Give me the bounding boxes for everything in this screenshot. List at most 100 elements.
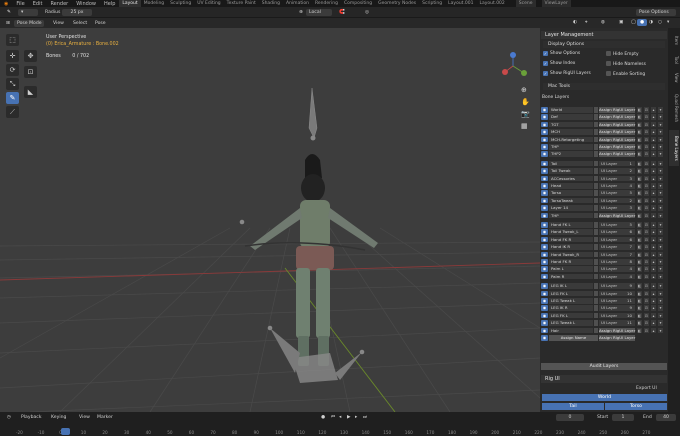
- layer-lock-icon[interactable]: ⊡: [644, 129, 649, 135]
- layer-lock-icon[interactable]: ⊡: [644, 283, 649, 289]
- layer-visibility-eye-icon[interactable]: ◉: [541, 244, 548, 250]
- layer-move-down-icon[interactable]: ▾: [658, 320, 663, 326]
- rotate-icon[interactable]: ⟳: [6, 64, 19, 76]
- layer-move-down-icon[interactable]: ▾: [658, 212, 663, 219]
- layer-move-down-icon[interactable]: ▾: [658, 107, 663, 113]
- workspace-tab-geometry-nodes[interactable]: Geometry Nodes: [375, 0, 419, 7]
- layer-visibility-eye-icon[interactable]: ◉: [541, 222, 548, 228]
- assign-rigui-layer-button[interactable]: Assign RigUI Layer: [599, 114, 635, 120]
- layer-name-field[interactable]: LEG Tweak L: [549, 298, 593, 304]
- layer-name-field[interactable]: LEG FK L: [549, 290, 593, 297]
- layer-toggle[interactable]: [594, 121, 598, 128]
- layer-move-down-icon[interactable]: ▾: [658, 290, 663, 297]
- layer-visibility-eye-icon[interactable]: ◉: [541, 151, 548, 157]
- orientation-dropdown[interactable]: Local: [306, 9, 332, 16]
- assign-rigui-layer-button[interactable]: Assign RigUI Layer: [599, 335, 635, 341]
- layer-visibility-eye-icon[interactable]: ◉: [541, 236, 548, 243]
- hide-nameless-checkbox[interactable]: Hide Nameless: [606, 61, 646, 67]
- layer-visibility-eye-icon[interactable]: ◉: [541, 190, 548, 196]
- ui-layer-field[interactable]: UI Layer 3: [599, 175, 635, 182]
- pan-icon[interactable]: ✋: [521, 98, 533, 110]
- ui-layer-field[interactable]: UI Layer 5: [599, 190, 635, 196]
- layer-move-up-icon[interactable]: ▴: [651, 327, 656, 334]
- layer-lock-icon[interactable]: ⊡: [644, 144, 649, 150]
- layer-lock-icon[interactable]: ⊡: [644, 107, 649, 113]
- layer-move-down-icon[interactable]: ▾: [658, 312, 663, 319]
- ui-layer-field[interactable]: UI Layer 4: [599, 273, 635, 280]
- layer-move-up-icon[interactable]: ▴: [651, 266, 656, 272]
- ui-layer-field[interactable]: UI Layer 6: [599, 236, 635, 243]
- layer-option-icon[interactable]: ◧: [637, 283, 642, 289]
- menu-playback[interactable]: Playback: [18, 414, 45, 421]
- rig-world-button[interactable]: World: [542, 394, 667, 401]
- layer-move-up-icon[interactable]: ▴: [651, 305, 656, 311]
- layer-lock-icon[interactable]: ⊡: [644, 151, 649, 157]
- ui-layer-field[interactable]: UI Layer 7: [599, 244, 635, 250]
- layer-visibility-eye-icon[interactable]: ◉: [541, 160, 548, 167]
- record-icon[interactable]: ●: [318, 414, 328, 421]
- layer-toggle[interactable]: [594, 190, 598, 196]
- layer-move-down-icon[interactable]: ▾: [658, 197, 663, 204]
- 3d-viewport[interactable]: User Perspective (0) Erica_Armature : Bo…: [0, 28, 540, 412]
- move-icon[interactable]: ✥: [24, 50, 37, 62]
- bone-shape[interactable]: [335, 352, 362, 380]
- layer-toggle[interactable]: [594, 290, 598, 297]
- layer-move-down-icon[interactable]: ▾: [658, 305, 663, 311]
- layer-name-field[interactable]: THP2: [549, 151, 593, 157]
- workspace-tab-compositing[interactable]: Compositing: [341, 0, 375, 7]
- layer-move-up-icon[interactable]: ▴: [651, 136, 656, 143]
- layer-move-down-icon[interactable]: ▾: [658, 151, 663, 157]
- layer-option-icon[interactable]: ◧: [637, 259, 642, 265]
- layer-lock-icon[interactable]: ⊡: [644, 266, 649, 272]
- layer-visibility-eye-icon[interactable]: ◉: [541, 168, 548, 174]
- overlay-toggle-icon[interactable]: ◍: [598, 19, 608, 26]
- viewport-scene[interactable]: [0, 28, 540, 412]
- layer-lock-icon[interactable]: ⊡: [644, 259, 649, 265]
- layer-option-icon[interactable]: ◧: [637, 266, 642, 272]
- zoom-icon[interactable]: ⊕: [521, 86, 533, 98]
- layer-toggle[interactable]: [594, 298, 598, 304]
- layer-move-down-icon[interactable]: ▾: [658, 327, 663, 334]
- menu-help[interactable]: Help: [100, 1, 119, 7]
- tab-item[interactable]: Item: [669, 32, 679, 50]
- bone-root-shape[interactable]: [308, 87, 318, 139]
- assign-rigui-layer-button[interactable]: Assign RigUI Layer: [599, 107, 635, 113]
- layer-move-up-icon[interactable]: ▴: [651, 114, 656, 120]
- layer-toggle[interactable]: [594, 168, 598, 174]
- layer-lock-icon[interactable]: ⊡: [644, 136, 649, 143]
- playhead[interactable]: [61, 428, 70, 435]
- layer-lock-icon[interactable]: ⊡: [644, 236, 649, 243]
- layer-move-up-icon[interactable]: ▴: [651, 244, 656, 250]
- layer-visibility-eye-icon[interactable]: ◉: [541, 283, 548, 289]
- layer-lock-icon[interactable]: ⊡: [644, 114, 649, 120]
- layer-toggle[interactable]: [594, 114, 598, 120]
- layer-name-field[interactable]: MCH-Retargeting: [549, 136, 593, 143]
- display-options-header[interactable]: Display Options: [543, 41, 665, 48]
- layer-name-field[interactable]: LEG Tweak L: [549, 320, 593, 326]
- camera-icon[interactable]: 📷: [521, 110, 533, 122]
- layer-visibility-eye-icon[interactable]: ◉: [541, 114, 548, 120]
- layer-name-field[interactable]: Palm L: [549, 266, 593, 272]
- layer-move-up-icon[interactable]: ▴: [651, 168, 656, 174]
- layer-option-icon[interactable]: ◧: [637, 236, 642, 243]
- view-layer-selector[interactable]: ViewLayer: [541, 0, 571, 7]
- menu-pose[interactable]: Pose: [92, 20, 109, 27]
- assign-rigui-layer-button[interactable]: Assign RigUI Layer: [599, 212, 635, 219]
- show-options-checkbox[interactable]: ✓ Show Options: [543, 51, 580, 57]
- menu-timeline-view[interactable]: View: [76, 414, 93, 421]
- layer-toggle[interactable]: [594, 320, 598, 326]
- layer-toggle[interactable]: [594, 229, 598, 235]
- workspace-tab-layout[interactable]: Layout: [119, 0, 141, 7]
- layer-visibility-eye-icon[interactable]: ◉: [541, 327, 548, 334]
- layer-move-down-icon[interactable]: ▾: [658, 244, 663, 250]
- layer-visibility-eye-icon[interactable]: ◉: [541, 305, 548, 311]
- layer-move-down-icon[interactable]: ▾: [658, 144, 663, 150]
- layer-move-down-icon[interactable]: ▾: [658, 190, 663, 196]
- layer-lock-icon[interactable]: ⊡: [644, 183, 649, 189]
- layer-visibility-eye-icon[interactable]: ◉: [541, 298, 548, 304]
- layer-toggle[interactable]: [594, 107, 598, 113]
- layer-toggle[interactable]: [594, 236, 598, 243]
- layer-toggle[interactable]: [594, 197, 598, 204]
- layer-toggle[interactable]: [594, 305, 598, 311]
- layer-move-up-icon[interactable]: ▴: [651, 320, 656, 326]
